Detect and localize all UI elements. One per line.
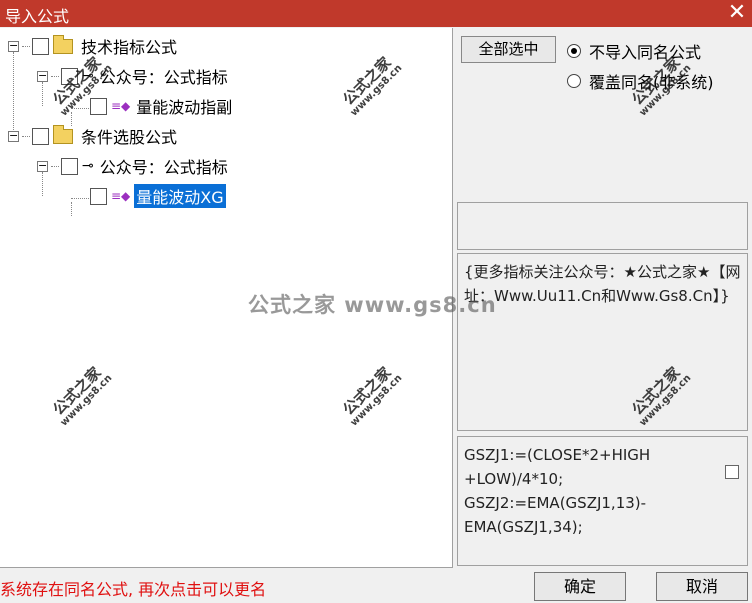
formula-code: GSZJ1:=(CLOSE*2+HIGH +LOW)/4*10; GSZJ2:=… [464,446,651,536]
tree-connector [22,135,30,137]
folder-icon [53,124,73,144]
dialog-title: 导入公式 [5,7,70,26]
code-checkbox[interactable] [725,465,739,479]
tree-node-wechat-account[interactable]: − ⊸ 公众号：公式指标 [37,64,230,88]
radio-indicator[interactable] [567,74,581,88]
tree-connector [51,165,59,167]
tree-connector [71,202,72,216]
tree-node-label: 条件选股公式 [81,128,178,147]
tree-node-label: 量能波动XG [134,184,226,208]
tree-connector [51,75,59,77]
cancel-button[interactable]: 取消 [656,572,748,601]
title-bar: 导入公式 ✕ [0,0,752,27]
collapse-icon[interactable]: − [8,40,19,52]
tree-connector [71,108,89,109]
select-all-button[interactable]: 全部选中 [461,36,556,63]
tree-node-formula[interactable]: ≡◆ 量能波动指副 [90,94,234,118]
node-checkbox[interactable] [32,37,49,55]
radio-indicator[interactable] [567,44,581,58]
tree-node-formula-selected[interactable]: ≡◆ 量能波动XG [90,184,226,208]
node-checkbox[interactable] [61,157,78,175]
radio-label: 覆盖同名(非系统) [589,73,714,92]
collapse-icon[interactable]: − [37,160,48,172]
blank-panel [457,202,748,250]
radio-overwrite-duplicates[interactable]: 覆盖同名(非系统) [567,69,714,93]
folder-icon [53,34,73,54]
collapse-icon[interactable]: − [8,130,19,142]
close-icon[interactable]: ✕ [722,0,752,27]
tree-node-stock-screening[interactable]: − 条件选股公式 [8,124,179,148]
tree-node-tech-indicators[interactable]: − 技术指标公式 [8,34,179,58]
radio-label: 不导入同名公式 [589,43,702,62]
node-checkbox[interactable] [61,67,78,85]
tree-node-label: 公众号：公式指标 [99,68,228,87]
status-message: 系统存在同名公式, 再次点击可以更名 [0,580,267,599]
node-checkbox[interactable] [32,127,49,145]
key-icon: ⊸ [82,68,94,84]
tree-node-wechat-account-2[interactable]: − ⊸ 公众号：公式指标 [37,154,230,178]
ok-button[interactable]: 确定 [534,572,626,601]
node-checkbox[interactable] [90,187,107,205]
tree-node-label: 量能波动指副 [136,98,233,117]
tree-node-label: 公众号：公式指标 [99,158,228,177]
node-checkbox[interactable] [90,97,107,115]
description-panel: {更多指标关注公众号：★公式之家★【网址：Www.Uu11.Cn和Www.Gs8… [457,253,748,431]
formula-gem-icon: ≡◆ [111,189,131,203]
collapse-icon[interactable]: − [37,70,48,82]
tree-connector [71,198,89,199]
formula-gem-icon: ≡◆ [111,99,131,113]
import-formula-dialog: 导入公式 ✕ − 技术指标公式 − ⊸ 公众号：公式指标 ≡◆ 量能波动指副 −… [0,0,752,603]
description-text: {更多指标关注公众号：★公式之家★【网址：Www.Uu11.Cn和Www.Gs8… [464,263,741,305]
tree-node-label: 技术指标公式 [81,38,178,57]
tree-connector [22,45,30,47]
formula-tree[interactable]: − 技术指标公式 − ⊸ 公众号：公式指标 ≡◆ 量能波动指副 − 条件选股公式 [0,28,453,568]
radio-skip-duplicates[interactable]: 不导入同名公式 [567,39,701,63]
code-panel: GSZJ1:=(CLOSE*2+HIGH +LOW)/4*10; GSZJ2:=… [457,436,748,566]
key-icon: ⊸ [82,158,94,174]
